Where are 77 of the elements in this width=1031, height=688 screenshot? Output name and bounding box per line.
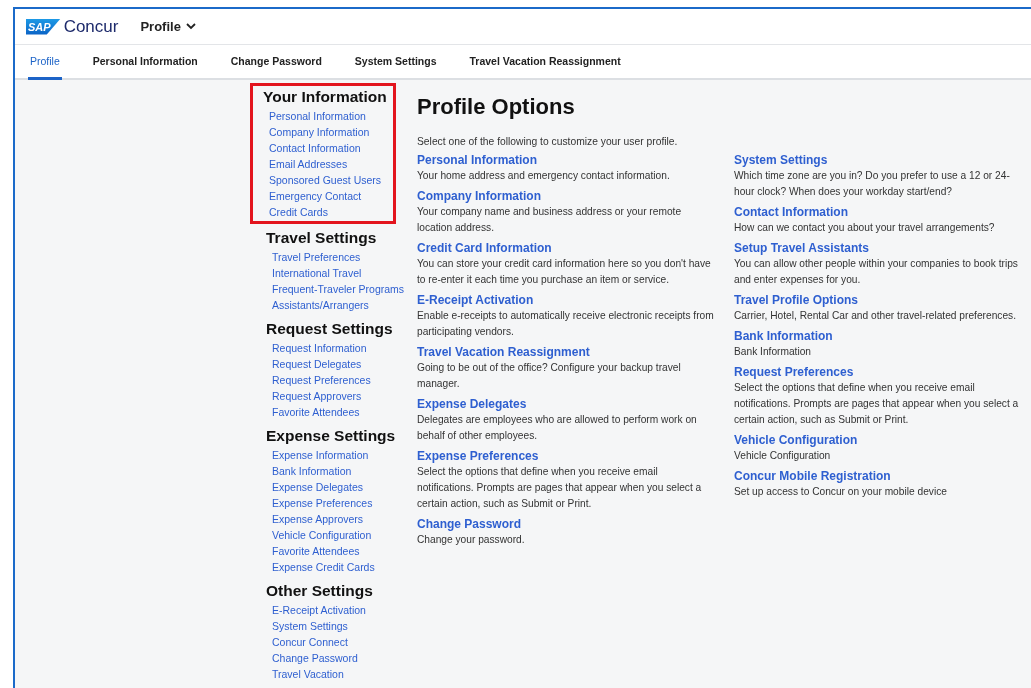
option-link[interactable]: Expense Delegates <box>417 397 717 412</box>
sidebar-link[interactable]: Sponsored Guest Users <box>263 172 387 188</box>
option-link[interactable]: Personal Information <box>417 153 717 168</box>
option-description: Your company name and business address or your remote location address. <box>417 205 683 235</box>
option-link[interactable]: Company Information <box>417 189 717 204</box>
brand-name: Concur <box>63 16 119 37</box>
chevron-down-icon <box>185 23 196 30</box>
sidebar-link[interactable]: Frequent-Traveler Programs <box>266 281 405 297</box>
option-description: Bank Information <box>734 345 812 359</box>
tab[interactable]: Profile <box>28 45 62 80</box>
module-menu[interactable]: Profile <box>140 19 196 34</box>
option-link[interactable]: Travel Profile Options <box>734 293 1019 308</box>
option-link[interactable]: Credit Card Information <box>417 241 717 256</box>
intro-text: Select one of the following to customize your user profile. <box>417 136 678 147</box>
option-description: Set up access to Concur on your mobile device <box>734 485 948 499</box>
option-link[interactable]: Concur Mobile Registration <box>734 469 1019 484</box>
option-description: How can we contact you about your travel arrangements? <box>734 221 996 235</box>
option-link[interactable]: Vehicle Configuration <box>734 433 1019 448</box>
option-link[interactable]: Bank Information <box>734 329 1019 344</box>
tab[interactable]: Change Password <box>228 45 324 80</box>
option-description: Change your password. <box>417 533 526 547</box>
sidebar-link[interactable]: Personal Information <box>263 108 387 124</box>
sidebar-link[interactable]: Travel Vacation <box>266 666 373 682</box>
sidebar-link[interactable]: Concur Connect <box>266 634 373 650</box>
option-description: Select the options that define when you receive email notifications. Prompts are pages that appear when you select a certain action, such as Submit or Print. <box>417 465 703 511</box>
sidebar-link[interactable]: Request Delegates <box>266 356 393 372</box>
sidebar-link[interactable]: Email Addresses <box>263 156 387 172</box>
option-description: Vehicle Configuration <box>734 449 832 463</box>
option-link[interactable]: Travel Vacation Reassignment <box>417 345 717 360</box>
option-link[interactable]: Change Password <box>417 517 717 532</box>
page-title: Profile Options <box>417 94 576 120</box>
sidebar-link[interactable]: Contact Information <box>263 140 387 156</box>
tab[interactable]: Travel Vacation Reassignment <box>467 45 623 80</box>
sidebar-link[interactable]: Expense Preferences <box>266 495 396 511</box>
option-description: Your home address and emergency contact information. <box>417 169 671 183</box>
sidebar-link[interactable]: Bank Information <box>266 463 396 479</box>
sidebar-link[interactable]: International Travel <box>266 265 405 281</box>
sidebar-link[interactable]: Favorite Attendees <box>266 543 396 559</box>
option-description: Which time zone are you in? Do you prefer to use a 12 or 24-hour clock? When does your workday start/end? <box>734 169 1011 199</box>
option-description: Carrier, Hotel, Rental Car and other travel-related preferences. <box>734 309 1017 323</box>
sidebar-link[interactable]: Expense Credit Cards <box>266 559 396 575</box>
option-link[interactable]: Expense Preferences <box>417 449 717 464</box>
sidebar-link[interactable]: Vehicle Configuration <box>266 527 396 543</box>
tab[interactable]: System Settings <box>352 45 439 80</box>
option-link[interactable]: E-Receipt Activation <box>417 293 717 308</box>
option-link[interactable]: Setup Travel Assistants <box>734 241 1019 256</box>
sidebar-link[interactable]: Assistants/Arrangers <box>266 297 405 313</box>
sidebar-link[interactable]: Travel Preferences <box>266 249 405 265</box>
sidebar-link[interactable]: Favorite Attendees <box>266 404 393 420</box>
sidebar-link[interactable]: Request Approvers <box>266 388 393 404</box>
option-description: Select the options that define when you receive email notifications. Prompts are pages that appear when you select a certain action, such as Submit or Print. <box>734 381 1019 427</box>
sidebar-link[interactable]: System Settings <box>266 618 373 634</box>
tab[interactable]: Personal Information <box>90 45 200 80</box>
section-heading: Travel Settings <box>266 229 378 247</box>
sidebar-link[interactable]: Request Information <box>266 340 393 356</box>
logo-badge: SAP <box>26 18 61 35</box>
sidebar-link[interactable]: Emergency Contact <box>263 188 387 204</box>
sidebar-link[interactable]: E-Receipt Activation <box>266 602 373 618</box>
option-link[interactable]: System Settings <box>734 153 1019 168</box>
sidebar-link[interactable]: Request Preferences <box>266 372 393 388</box>
option-link[interactable]: Request Preferences <box>734 365 1019 380</box>
section-heading: Other Settings <box>266 582 373 600</box>
option-description: You can allow other people within your companies to book trips and enter expenses for you. <box>734 257 1019 287</box>
sidebar-link[interactable]: Expense Delegates <box>266 479 396 495</box>
sidebar-link[interactable]: Expense Approvers <box>266 511 396 527</box>
option-description: You can store your credit card information here so you don't have to re-enter it each time you purchase an item or service. <box>417 257 712 287</box>
option-description: Enable e-receipts to automatically receive electronic receipts from participating vendors. <box>417 309 715 339</box>
sidebar-link[interactable]: Credit Cards <box>263 204 387 220</box>
option-link[interactable]: Contact Information <box>734 205 1019 220</box>
sidebar-link[interactable]: Expense Information <box>266 447 396 463</box>
sidebar-link[interactable]: Company Information <box>263 124 387 140</box>
section-heading: Your Information <box>263 88 387 106</box>
sidebar-link[interactable]: Change Password <box>266 650 373 666</box>
section-heading: Request Settings <box>266 320 393 338</box>
option-description: Delegates are employees who are allowed to perform work on behalf of other employees. <box>417 413 698 443</box>
section-heading: Expense Settings <box>266 427 396 445</box>
option-description: Going to be out of the office? Configure your backup travel manager. <box>417 361 682 391</box>
